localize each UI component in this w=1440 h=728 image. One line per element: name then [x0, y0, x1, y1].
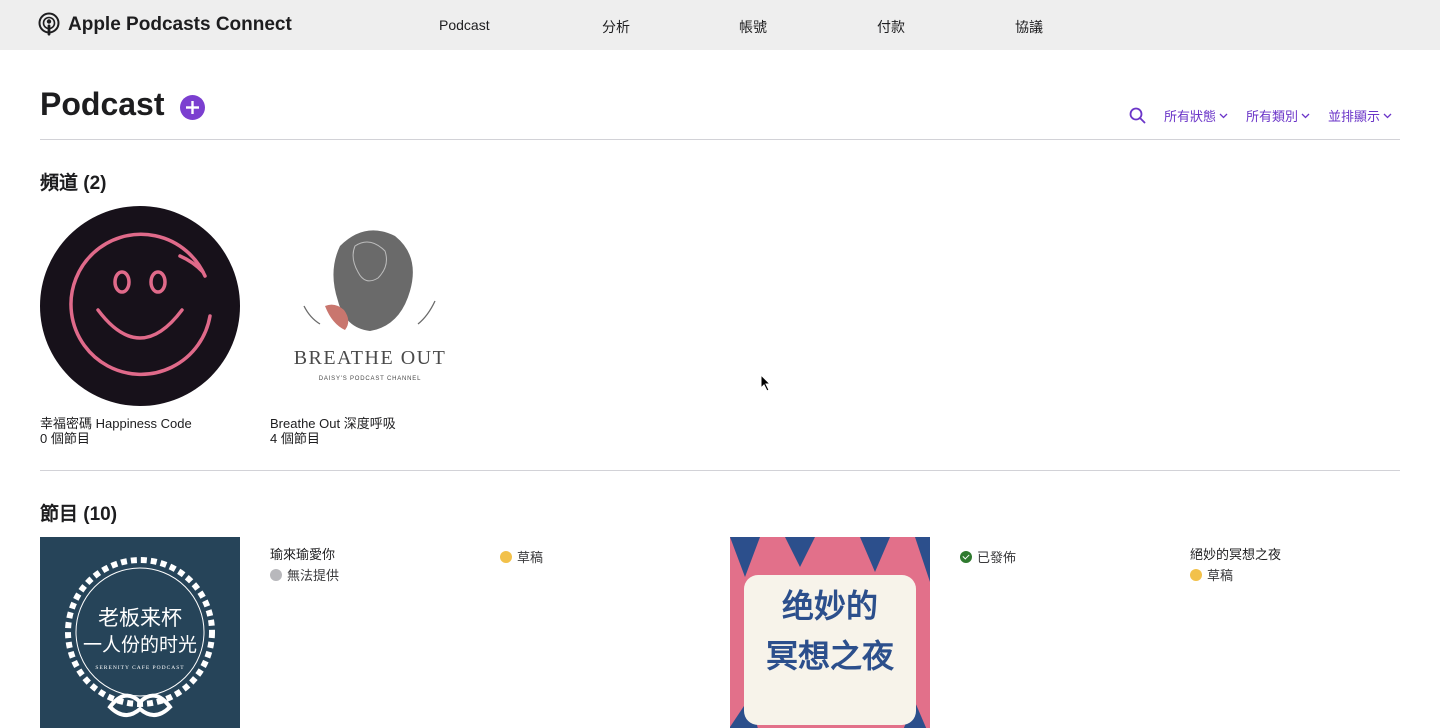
section-divider	[40, 470, 1400, 471]
episode-status-label: 無法提供	[287, 568, 340, 583]
status-filter-label: 所有狀態	[1163, 109, 1216, 124]
episode-artwork-cafe[interactable]: 老板来杯 一人份的时光 SERENITY CAFE PODCAST	[40, 537, 240, 728]
episode-status-label: 草稿	[517, 550, 544, 565]
plus-icon	[186, 101, 199, 114]
published-status-icon	[960, 550, 972, 563]
nav-podcast[interactable]: Podcast	[439, 17, 490, 33]
breathe-out-art-title: BREATHE OUT	[294, 347, 447, 369]
channel-artwork-breathe-out[interactable]: BREATHE OUT DAISY'S PODCAST CHANNEL	[270, 206, 470, 406]
mouse-cursor-icon	[760, 374, 772, 392]
status-filter-dropdown[interactable]: 所有狀態	[1164, 106, 1228, 125]
cafe-art-caption: SERENITY CAFE PODCAST	[95, 665, 184, 671]
category-filter-dropdown[interactable]: 所有類別	[1246, 106, 1310, 125]
episode-status: 已發佈	[960, 547, 1016, 566]
filter-toolbar: 所有狀態 所有類別 並排顯示	[1129, 106, 1392, 125]
nav-payments[interactable]: 付款	[877, 17, 905, 37]
brand[interactable]: Apple Podcasts Connect	[38, 12, 292, 38]
category-filter-label: 所有類別	[1245, 109, 1298, 124]
channel-episode-count: 4 個節目	[270, 431, 320, 446]
title-divider	[40, 139, 1400, 140]
episode-status: 草稿	[500, 547, 543, 566]
episode-title[interactable]: 瑜來瑜愛你	[270, 544, 335, 563]
episode-status-label: 草稿	[1207, 568, 1234, 583]
episodes-heading: 節目 (10)	[40, 504, 118, 525]
chevron-down-icon	[1301, 113, 1310, 118]
breathe-out-art-subtitle: DAISY'S PODCAST CHANNEL	[319, 376, 421, 382]
search-icon[interactable]	[1129, 107, 1146, 124]
view-mode-label: 並排顯示	[1327, 109, 1380, 124]
unavailable-status-icon	[270, 568, 282, 581]
chevron-down-icon	[1219, 113, 1228, 118]
channel-episode-count: 0 個節目	[40, 431, 90, 446]
smiley-face-artwork	[40, 206, 240, 406]
add-podcast-button[interactable]	[180, 95, 205, 120]
cafe-art-line1: 老板来杯	[98, 606, 182, 630]
page-title: Podcast	[40, 86, 165, 122]
brand-name: Apple Podcasts Connect	[68, 14, 292, 35]
serenity-cafe-artwork: 老板来杯 一人份的时光 SERENITY CAFE PODCAST	[40, 537, 240, 728]
episode-status: 草稿	[1190, 565, 1233, 584]
channels-heading: 頻道 (2)	[40, 173, 107, 194]
cafe-art-line2: 一人份的时光	[83, 634, 197, 656]
nav-account[interactable]: 帳號	[739, 17, 767, 37]
view-mode-dropdown[interactable]: 並排顯示	[1328, 106, 1392, 125]
meditation-night-artwork: 绝妙的 冥想之夜	[730, 537, 930, 728]
meditation-art-line2: 冥想之夜	[766, 637, 895, 675]
breathe-out-artwork: BREATHE OUT DAISY'S PODCAST CHANNEL	[270, 206, 470, 406]
draft-status-icon	[1190, 568, 1202, 581]
draft-status-icon	[500, 550, 512, 563]
meditation-art-line1: 绝妙的	[782, 587, 878, 625]
chevron-down-icon	[1383, 113, 1392, 118]
channel-artwork-happiness-code[interactable]	[40, 206, 240, 406]
top-navigation-bar: Apple Podcasts Connect Podcast 分析 帳號 付款 …	[0, 0, 1440, 50]
episode-artwork-meditation[interactable]: 绝妙的 冥想之夜	[730, 537, 930, 728]
episode-title[interactable]: 絕妙的冥想之夜	[1190, 544, 1281, 563]
episode-status: 無法提供	[270, 565, 339, 584]
episode-status-label: 已發佈	[977, 550, 1017, 565]
podcasts-logo-icon	[38, 12, 60, 36]
nav-analytics[interactable]: 分析	[602, 17, 630, 37]
nav-agreements[interactable]: 協議	[1015, 17, 1043, 37]
